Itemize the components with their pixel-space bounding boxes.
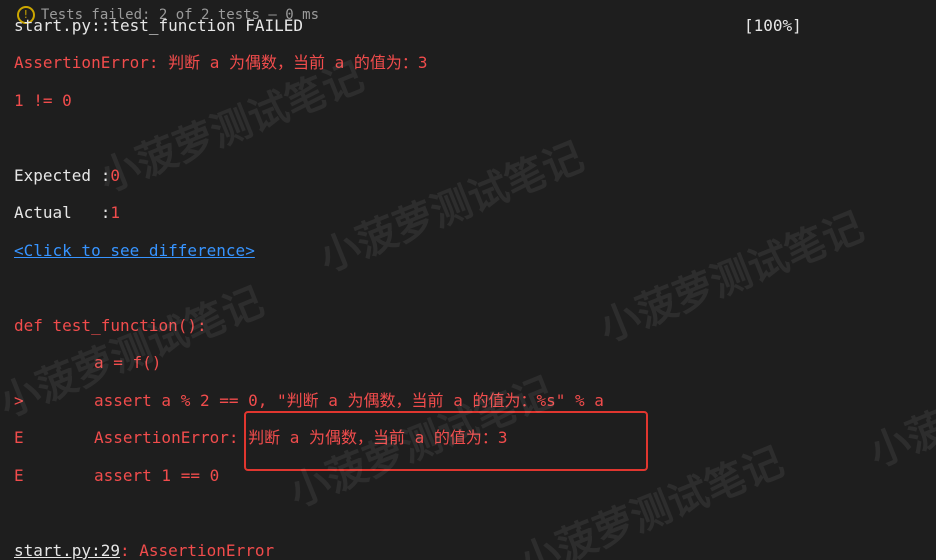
code-line-1: a = f() [14, 353, 161, 373]
see-difference-link[interactable]: <Click to see difference> [14, 241, 255, 260]
failed-test-line: start.py::test_function FAILED [14, 16, 303, 35]
error-prefix: AssertionError: [94, 428, 249, 447]
progress-indicator: [100%] [744, 16, 802, 35]
test-status-bar: ! Tests failed: 2 of 2 tests – 0 ms [0, 0, 936, 24]
error-marker: E [14, 428, 24, 447]
actual-line: Actual :1 [14, 203, 120, 223]
location-line: start.py:29: AssertionError [14, 541, 274, 560]
error-line-2: Eassert 1 == 0 [14, 466, 219, 486]
location-suffix: : AssertionError [119, 541, 275, 560]
code-line-2-text: assert a % 2 == 0, "判断 a 为偶数，当前 a 的值为：%s… [94, 391, 604, 410]
compare-line: 1 != 0 [14, 91, 72, 110]
expected-line: Expected :0 [14, 166, 120, 186]
assertion-error-line: AssertionError: 判断 a 为偶数，当前 a 的值为：3 [14, 53, 428, 72]
highlight-annotation-box [244, 411, 648, 471]
assert-line-text: assert 1 == 0 [94, 466, 220, 485]
def-line: def test_function(): [14, 316, 207, 335]
failure-marker: > [14, 391, 24, 410]
expected-value: 0 [110, 166, 120, 185]
code-line-1-text: a = f() [94, 353, 162, 372]
actual-label: Actual : [14, 203, 111, 222]
watermark: 小菠萝测试笔记 [593, 203, 870, 352]
source-location-link[interactable]: start.py:29 [14, 541, 120, 560]
watermark: 小菠萝测试笔记 [313, 133, 590, 282]
error-marker: E [14, 466, 24, 485]
actual-value: 1 [110, 203, 120, 222]
diff-line: <Click to see difference> [14, 241, 255, 261]
watermark: 小菠萝测试笔记 [863, 328, 936, 477]
code-line-2: > assert a % 2 == 0, "判断 a 为偶数，当前 a 的值为：%… [14, 391, 604, 411]
expected-label: Expected : [14, 166, 111, 185]
